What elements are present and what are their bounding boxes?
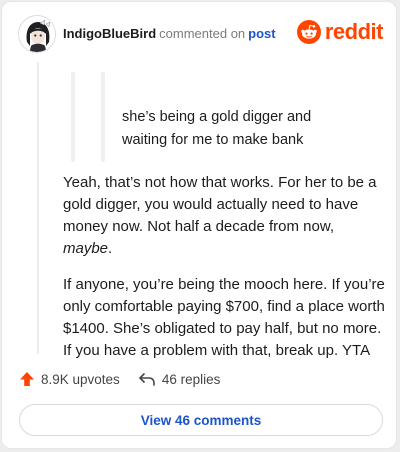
reply-count: 46 replies — [161, 371, 221, 387]
comment-paragraph: Yeah, that’s not how that works. For her… — [63, 172, 385, 260]
comment-text: Yeah, that’s not how that works. For her… — [63, 174, 377, 235]
post-link[interactable]: post — [248, 26, 275, 41]
user-avatar-illustration — [19, 16, 55, 52]
comment-body: Yeah, that’s not how that works. For her… — [63, 172, 385, 376]
view-comments-button[interactable]: View 46 comments — [19, 404, 383, 436]
reddit-snoo-icon — [296, 20, 321, 44]
comment-text: . — [108, 240, 113, 257]
quote-bar — [101, 72, 105, 162]
brand-name: reddit — [324, 19, 384, 44]
reddit-logo: reddit — [296, 19, 384, 44]
action-text: commented on — [159, 26, 246, 41]
thread-line — [37, 62, 39, 354]
quote-depth-bars — [71, 72, 111, 162]
avatar[interactable] — [18, 15, 56, 53]
quote-bar — [71, 72, 75, 162]
comment-paragraph: If anyone, you’re being the mooch here. … — [63, 276, 385, 359]
quoted-text: she’s being a gold digger and waiting fo… — [122, 106, 362, 152]
upvote-button[interactable]: 8.9K upvotes — [19, 371, 120, 387]
comment-stats: 8.9K upvotes 46 replies — [19, 371, 220, 387]
quote-line: she’s being a gold digger and — [122, 109, 312, 125]
replies-button[interactable]: 46 replies — [138, 371, 221, 387]
upvote-arrow-icon — [20, 372, 34, 386]
comment-card: IndigoBlueBird commented on post reddit sh… — [1, 1, 397, 449]
quote-line: waiting for me to make bank — [122, 132, 304, 148]
reply-arrow-icon — [139, 373, 155, 386]
comment-emphasis: maybe — [63, 240, 109, 257]
comment-header: IndigoBlueBird commented on post — [63, 26, 276, 42]
upvote-count: 8.9K upvotes — [41, 371, 120, 387]
username-link[interactable]: IndigoBlueBird — [63, 26, 156, 41]
